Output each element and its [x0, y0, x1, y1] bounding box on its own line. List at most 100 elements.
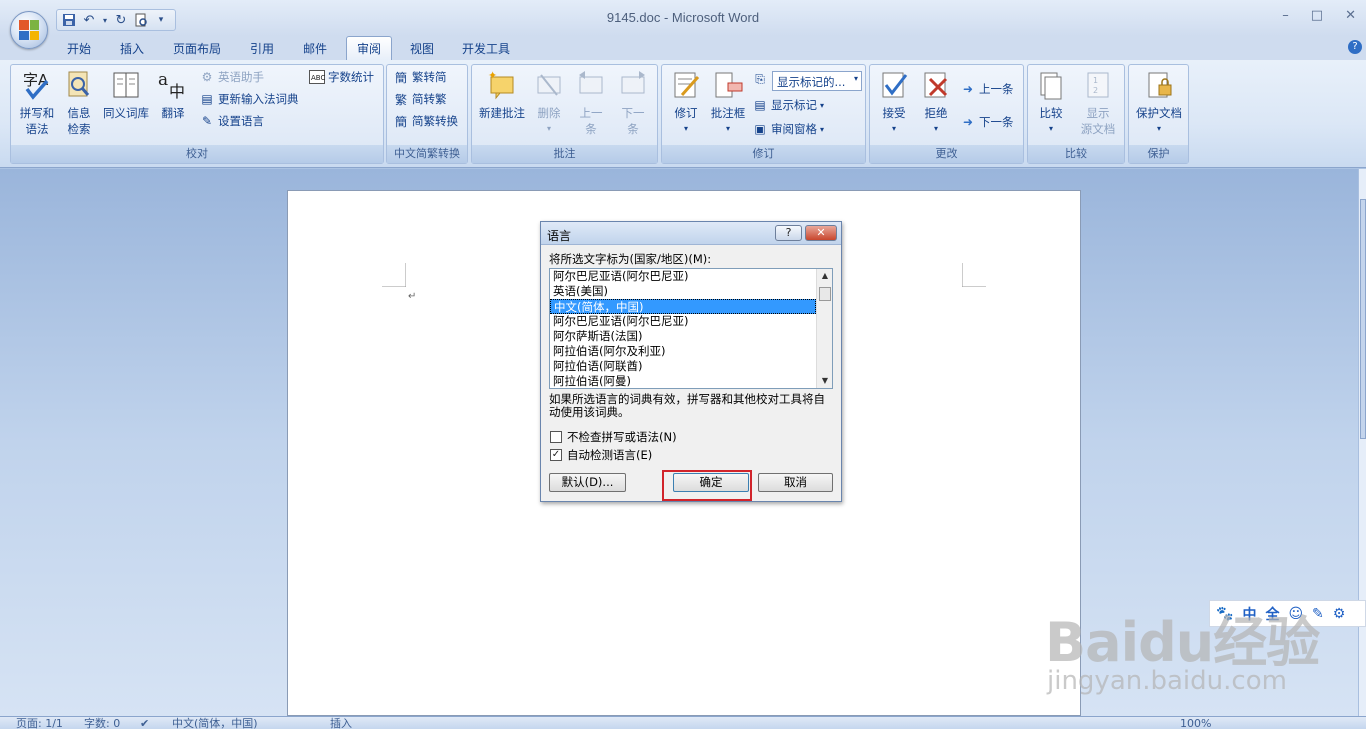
show-markup-dropdown-arrow: ▾ — [820, 100, 825, 110]
accept-button[interactable]: 接受 ▾ — [874, 69, 914, 137]
paragraph-mark-icon: ↵ — [408, 291, 417, 302]
language-list-scrollbar[interactable]: ▲ ▼ — [816, 269, 832, 388]
dialog-help-button[interactable]: ? — [775, 225, 802, 241]
tab-home[interactable]: 开始 — [67, 40, 91, 57]
thesaurus-button[interactable]: 同义词库 — [99, 69, 153, 121]
tab-review[interactable]: 审阅 — [346, 36, 393, 61]
language-list[interactable]: 阿尔巴尼亚语(阿尔巴尼亚) 英语(美国) 中文(简体，中国) 阿尔巴尼亚语(阿尔… — [549, 268, 833, 389]
trad-to-simp-icon: 簡 — [394, 70, 407, 85]
compare-dropdown-arrow: ▾ — [1048, 124, 1053, 133]
delete-comment-button[interactable]: 删除 ▾ — [532, 69, 566, 137]
trad-to-simp-label: 繁转简 — [412, 70, 447, 84]
track-changes-button[interactable]: 修订 ▾ — [666, 69, 706, 137]
translate-button[interactable]: a中 翻译 — [155, 69, 191, 121]
list-item[interactable]: 阿拉伯语(阿联酋) — [550, 359, 816, 374]
office-button[interactable] — [10, 11, 48, 49]
list-item[interactable]: 阿拉伯语(阿曼) — [550, 374, 816, 388]
status-language[interactable]: 中文(简体，中国) — [172, 717, 258, 729]
svg-text:2: 2 — [1093, 86, 1098, 95]
status-mode[interactable]: 插入 — [330, 717, 352, 729]
vertical-scrollbar[interactable] — [1358, 169, 1366, 716]
maximize-button[interactable]: □ — [1311, 8, 1323, 23]
language-scroll-thumb[interactable] — [819, 287, 831, 301]
status-bar: 页面: 1/1 字数: 0 ✔ 中文(简体，中国) 插入 100% — [0, 716, 1366, 729]
proofing-status-icon[interactable]: ✔ — [140, 717, 149, 729]
next-comment-button[interactable]: 下一 条 — [614, 69, 652, 137]
set-language-label: 设置语言 — [218, 114, 264, 128]
spelling-label-1: 拼写和 — [19, 106, 55, 120]
spelling-label-2: 语法 — [25, 122, 49, 136]
show-source-button[interactable]: 12 显示 源文档 — [1074, 69, 1122, 137]
protect-document-button[interactable]: 保护文档 ▾ — [1133, 69, 1185, 137]
tab-view[interactable]: 视图 — [410, 40, 434, 57]
minimize-button[interactable]: – — [1282, 8, 1289, 23]
balloons-icon — [712, 69, 744, 101]
dropdown-arrow-icon: ▾ — [853, 74, 858, 83]
dialog-close-button[interactable]: ✕ — [805, 225, 837, 241]
show-markup-button[interactable]: ▤ 显示标记 ▾ — [752, 97, 824, 113]
previous-change-button[interactable]: ➜ 上一条 — [960, 81, 1014, 97]
update-ime-button[interactable]: ▤ 更新输入法词典 — [199, 91, 298, 107]
settings-gear-icon[interactable]: ⚙ — [1333, 606, 1346, 622]
default-button[interactable]: 默认(D)... — [549, 473, 626, 492]
display-review-icon: ⎘ — [755, 71, 765, 86]
auto-detect-checkbox[interactable]: ✓ 自动检测语言(E) — [550, 447, 652, 463]
svg-text:字A: 字A — [23, 71, 49, 89]
list-item[interactable]: 阿尔萨斯语(法国) — [550, 329, 816, 344]
thesaurus-book-icon — [110, 69, 142, 101]
list-item[interactable]: 阿拉伯语(阿尔及利亚) — [550, 344, 816, 359]
show-source-icon: 12 — [1082, 69, 1114, 101]
show-markup-label: 显示标记 — [771, 98, 817, 112]
accept-label: 接受 — [882, 106, 906, 120]
compare-button[interactable]: 比较 ▾ — [1032, 69, 1070, 137]
no-check-box[interactable] — [550, 431, 562, 443]
no-check-spelling-checkbox[interactable]: 不检查拼写或语法(N) — [550, 429, 677, 445]
svg-text:✦: ✦ — [488, 69, 497, 82]
auto-detect-box[interactable]: ✓ — [550, 449, 562, 461]
set-language-button[interactable]: ✎ 设置语言 — [199, 113, 264, 129]
scrollbar-thumb[interactable] — [1360, 199, 1366, 439]
list-item-selected[interactable]: 中文(简体，中国) — [550, 299, 816, 314]
window-controls: – □ ✕ — [1282, 8, 1356, 23]
reject-button[interactable]: 拒绝 ▾ — [916, 69, 956, 137]
tab-page-layout[interactable]: 页面布局 — [173, 40, 221, 57]
help-icon[interactable]: ? — [1348, 40, 1362, 54]
scroll-up-icon[interactable]: ▲ — [817, 269, 832, 283]
word-count-button[interactable]: ABC 字数统计 — [309, 69, 374, 85]
status-words[interactable]: 字数: 0 — [84, 717, 120, 729]
language-dialog: 语言 ? ✕ 将所选文字标为(国家/地区)(M): 阿尔巴尼亚语(阿尔巴尼亚) … — [540, 221, 842, 502]
next-change-button[interactable]: ➜ 下一条 — [960, 114, 1014, 130]
tab-references[interactable]: 引用 — [250, 40, 274, 57]
display-for-review-dropdown[interactable]: 显示标记的... ▾ — [772, 71, 862, 91]
show-source-label-1: 显示 — [1086, 106, 1110, 120]
previous-comment-label-1: 上一 — [579, 106, 603, 120]
simp-to-trad-button[interactable]: 繁 简转繁 — [393, 91, 447, 107]
status-zoom[interactable]: 100% — [1180, 717, 1211, 729]
list-item[interactable]: 阿尔巴尼亚语(阿尔巴尼亚) — [550, 314, 816, 329]
svg-text:中: 中 — [169, 82, 185, 101]
trad-to-simp-button[interactable]: 簡 繁转简 — [393, 69, 447, 85]
list-item[interactable]: 阿尔巴尼亚语(阿尔巴尼亚) — [550, 269, 816, 284]
status-page[interactable]: 页面: 1/1 — [16, 717, 63, 729]
scroll-down-icon[interactable]: ▼ — [817, 374, 832, 388]
cancel-button[interactable]: 取消 — [758, 473, 833, 492]
previous-comment-button[interactable]: 上一 条 — [572, 69, 610, 137]
new-comment-label: 新建批注 — [479, 106, 525, 120]
new-comment-button[interactable]: ✦ 新建批注 — [476, 69, 528, 121]
group-protect-label: 保护 — [1129, 145, 1188, 163]
word-count-icon: ABC — [309, 69, 325, 85]
convert-button[interactable]: 簡 简繁转换 — [393, 113, 458, 129]
tab-developer[interactable]: 开发工具 — [462, 40, 510, 57]
list-item[interactable]: 英语(美国) — [550, 284, 816, 299]
tab-mailings[interactable]: 邮件 — [303, 40, 327, 57]
update-ime-icon: ▤ — [201, 92, 213, 106]
crop-mark-left — [382, 263, 406, 287]
research-button[interactable]: 信息 检索 — [61, 69, 97, 137]
spelling-grammar-button[interactable]: 字A 拼写和 语法 — [15, 69, 59, 137]
english-assistant-button[interactable]: ⚙ 英语助手 — [199, 69, 264, 85]
tab-insert[interactable]: 插入 — [120, 40, 144, 57]
close-window-button[interactable]: ✕ — [1345, 8, 1356, 23]
translate-icon: a中 — [157, 69, 189, 101]
reviewing-pane-button[interactable]: ▣ 审阅窗格 ▾ — [752, 121, 824, 137]
balloons-button[interactable]: 批注框 ▾ — [708, 69, 748, 137]
